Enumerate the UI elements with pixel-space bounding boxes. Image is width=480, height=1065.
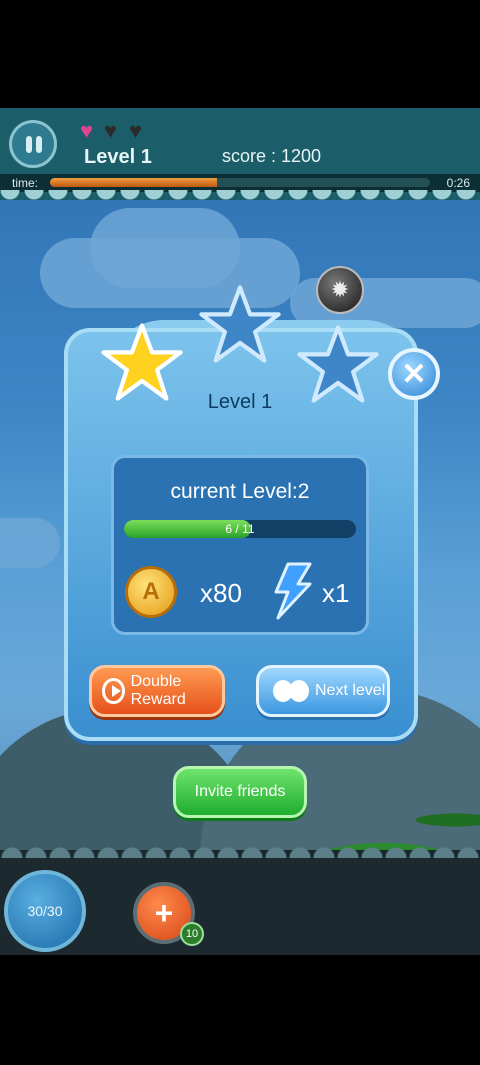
next-icon [273, 680, 309, 702]
play-icon [102, 678, 125, 704]
heart-icon: ♥ [80, 118, 94, 143]
lightning-icon [274, 562, 312, 620]
shots-remaining: 30/30 [4, 870, 86, 952]
next-level-label: Next level [315, 682, 386, 699]
time-value: 0:26 [446, 176, 470, 190]
double-reward-button[interactable]: Double Reward [89, 665, 225, 717]
top-hud: ♥ ♥ ♥ Level 1 score : 1200 time: 0:26 [0, 108, 480, 204]
invite-friends-button[interactable]: Invite friends [173, 766, 307, 818]
cloud [90, 208, 240, 288]
score-display: score : 1200 [222, 146, 322, 166]
bomb-icon: ✹ [316, 266, 364, 314]
energy-reward: x1 [322, 578, 350, 608]
heart-icon: ♥ [104, 118, 118, 143]
bottom-edge [0, 844, 480, 858]
time-track [50, 178, 430, 187]
coin-icon: A [125, 566, 177, 618]
cloud [0, 518, 60, 568]
shots-text: 30/30 [27, 903, 63, 919]
coin-reward: x80 [200, 578, 242, 608]
plus-icon: + [154, 894, 174, 931]
invite-friends-label: Invite friends [194, 783, 286, 800]
xp-progress-text: 6 / 11 [225, 522, 255, 536]
next-level-button[interactable]: Next level [256, 665, 390, 717]
level-indicator: Level 1 [84, 146, 152, 168]
dialog-title: Level 1 [207, 391, 273, 413]
game-screen: ♥ ♥ ♥ Level 1 score : 1200 time: 0:26 ✹ … [0, 108, 480, 955]
time-label: time: [12, 176, 39, 190]
star-icon [199, 285, 281, 363]
booster-count-badge: 10 [180, 922, 204, 946]
pause-icon[interactable] [9, 120, 57, 168]
current-level-text: current Level:2 [170, 480, 310, 503]
heart-icon: ♥ [129, 118, 143, 143]
bottom-bar: 30/30 + 10 [0, 844, 480, 955]
star-icon [101, 323, 183, 401]
hud-edge [0, 190, 480, 204]
time-fill [50, 178, 218, 187]
double-reward-label: Double Reward [130, 673, 186, 708]
